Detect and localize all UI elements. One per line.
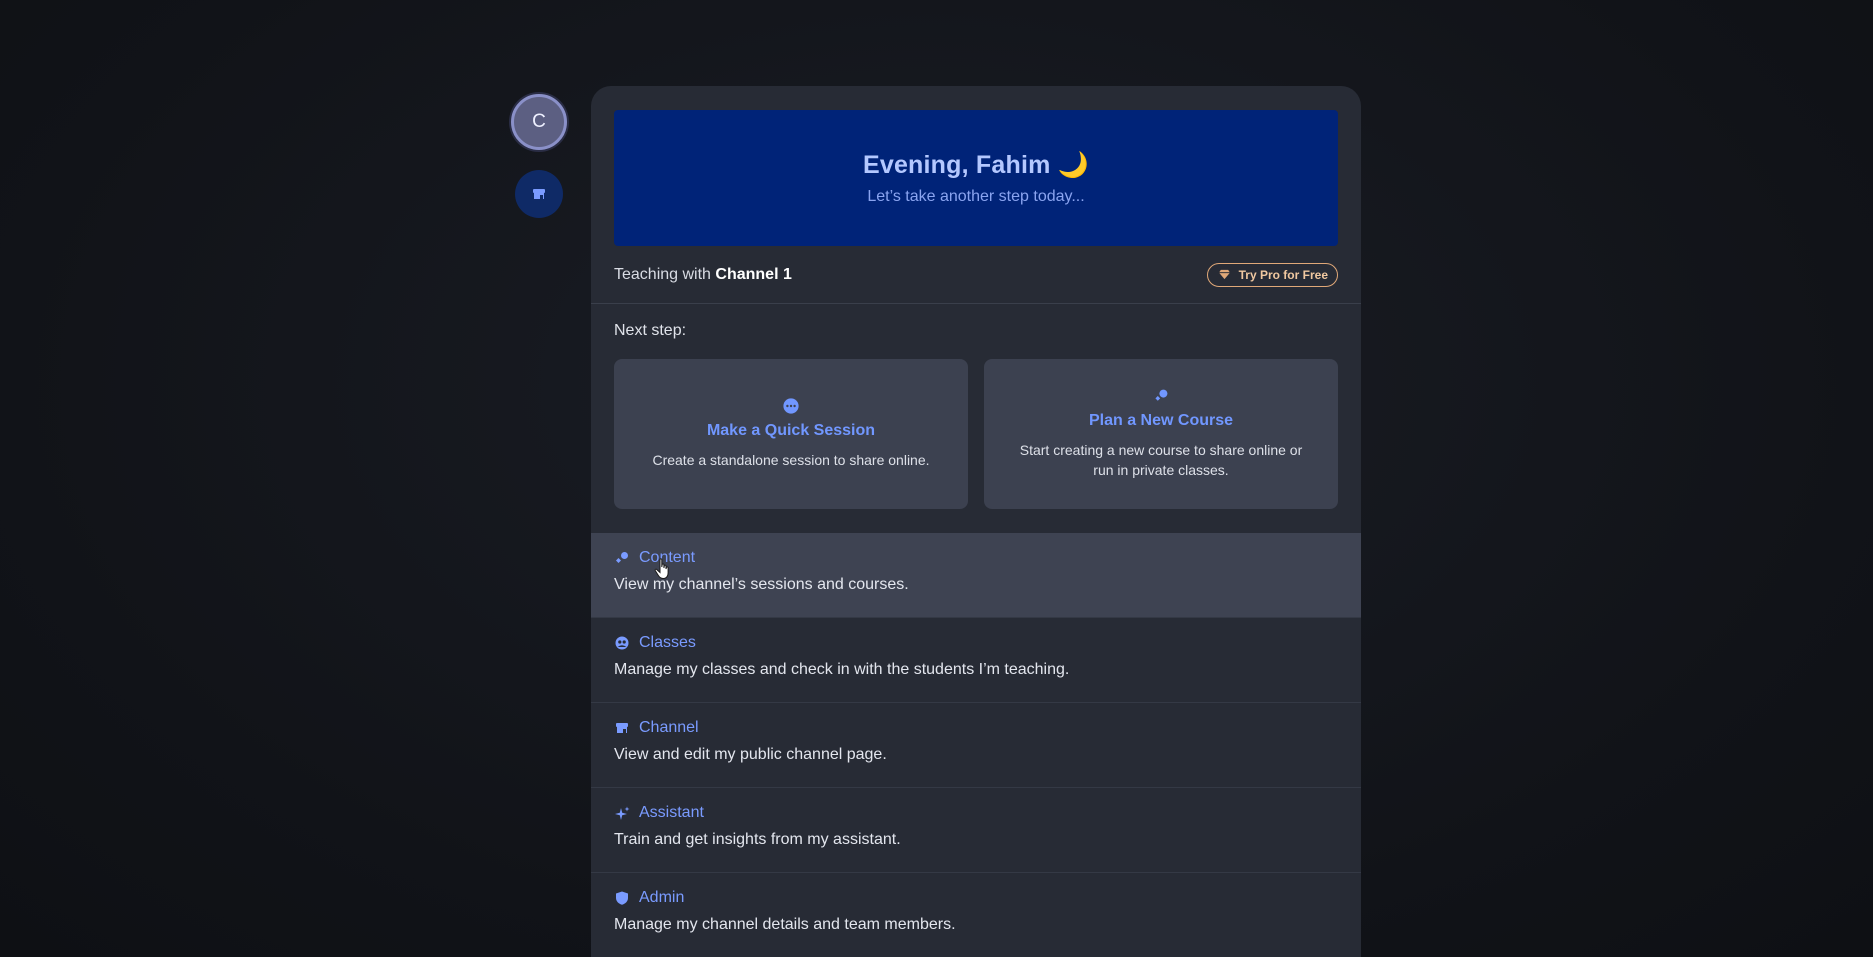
storefront-icon [531,186,547,202]
menu-item-channel[interactable]: Channel View and edit my public channel … [591,703,1361,788]
shapes-icon [614,550,630,566]
moon-icon: 🌙 [1057,150,1090,179]
menu-item-classes[interactable]: Classes Manage my classes and check in w… [591,618,1361,703]
new-course-title: Plan a New Course [1088,411,1234,429]
teaching-prefix: Teaching with [614,265,716,283]
menu-item-desc: View my channel’s sessions and courses. [614,576,909,593]
teaching-label: Teaching with Channel 1 [614,266,792,284]
channel-name: Channel 1 [715,265,792,283]
shield-icon [614,890,630,906]
avatar[interactable]: C [511,94,567,150]
greeting-title: Evening, Fahim 🌙 [863,151,1089,180]
greeting-subtitle: Let’s take another step today... [867,187,1085,205]
menu-item-title: Channel [639,719,699,736]
channel-rail-button[interactable] [515,170,563,218]
sparkle-icon [614,805,630,821]
storefront-icon [614,720,630,736]
dots-circle-icon [783,398,799,414]
diamond-icon [1217,267,1233,283]
menu-item-desc: Manage my classes and check in with the … [614,661,1070,678]
menu-item-title: Classes [639,634,696,651]
app-stage: C Evening, Fahim 🌙 Let’s take another st… [0,0,1873,957]
avatar-letter: C [532,111,546,132]
quick-session-desc: Create a standalone session to share onl… [652,451,930,468]
greeting-text: Evening, Fahim [862,150,1051,179]
hand-cursor-icon [654,558,672,585]
try-pro-label: Try Pro for Free [1238,267,1328,282]
greeting-banner: Evening, Fahim 🌙 Let’s take another step… [614,110,1338,246]
people-icon [614,635,630,651]
menu-item-desc: View and edit my public channel page. [614,746,887,763]
menu-item-desc: Manage my channel details and team membe… [614,916,956,933]
menu-item-content[interactable]: Content View my channel’s sessions and c… [591,533,1361,618]
left-rail: C [511,94,567,218]
home-panel: Evening, Fahim 🌙 Let’s take another step… [591,86,1361,957]
menu-item-title: Admin [639,889,685,906]
quick-session-card[interactable]: Make a Quick Session Create a standalone… [614,359,968,509]
shapes-icon [1153,388,1169,404]
next-step-cards: Make a Quick Session Create a standalone… [591,359,1361,509]
menu-item-assistant[interactable]: Assistant Train and get insights from my… [591,788,1361,873]
section-menu: Content View my channel’s sessions and c… [591,533,1361,957]
new-course-card[interactable]: Plan a New Course Start creating a new c… [984,359,1338,509]
new-course-desc: Start creating a new course to share onl… [1019,441,1303,478]
teaching-row: Teaching with Channel 1 Try Pro for Free [591,246,1361,304]
menu-item-desc: Train and get insights from my assistant… [614,831,901,848]
quick-session-title: Make a Quick Session [706,421,876,439]
try-pro-button[interactable]: Try Pro for Free [1206,262,1338,287]
next-step-label: Next step: [614,322,687,339]
menu-item-title: Assistant [639,804,704,821]
menu-item-admin[interactable]: Admin Manage my channel details and team… [591,873,1361,957]
